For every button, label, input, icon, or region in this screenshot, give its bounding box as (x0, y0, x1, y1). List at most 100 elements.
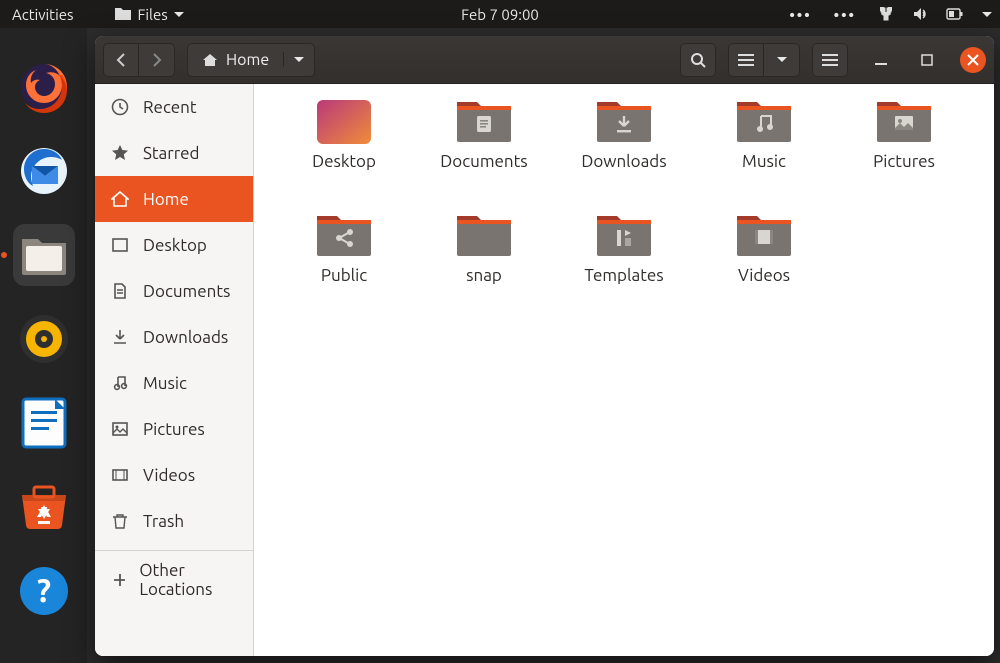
activities-button[interactable]: Activities (12, 6, 74, 23)
places-sidebar: Recent Starred Home Desktop Documents (95, 84, 254, 656)
folder-icon (735, 98, 793, 146)
sidebar-separator (95, 550, 253, 551)
gnome-top-panel: Activities Files Feb 7 09:00 ••• ••• (0, 0, 1000, 28)
home-icon (202, 52, 218, 68)
sidebar-item-label: Trash (143, 512, 184, 531)
file-item[interactable]: Documents (424, 94, 544, 204)
sidebar-item-starred[interactable]: Starred (95, 130, 253, 176)
hamburger-menu-button[interactable] (812, 43, 848, 77)
documents-icon (111, 282, 129, 300)
launcher-dock: ? (0, 28, 87, 663)
file-item[interactable]: snap (424, 208, 544, 318)
file-label: Downloads (581, 152, 666, 171)
folder-icon (595, 98, 653, 146)
search-button[interactable] (680, 43, 716, 77)
file-label: Public (321, 266, 367, 285)
thunderbird-icon (18, 145, 70, 197)
firefox-icon (18, 61, 70, 113)
star-icon (111, 144, 129, 162)
trash-icon (111, 512, 129, 530)
window-close-button[interactable] (960, 47, 986, 73)
sidebar-item-documents[interactable]: Documents (95, 268, 253, 314)
folder-icon (114, 6, 132, 22)
sidebar-item-trash[interactable]: Trash (95, 498, 253, 544)
ubuntu-software-icon (18, 483, 70, 531)
file-item[interactable]: Templates (564, 208, 684, 318)
close-icon (967, 54, 979, 66)
sidebar-item-label: Music (143, 374, 187, 393)
file-label: snap (466, 266, 502, 285)
help-icon: ? (18, 565, 70, 617)
dock-item-rhythmbox[interactable] (13, 308, 75, 370)
sidebar-item-label: Starred (143, 144, 200, 163)
chevron-left-icon (115, 53, 127, 67)
rhythmbox-icon (18, 313, 70, 365)
sidebar-item-desktop[interactable]: Desktop (95, 222, 253, 268)
headerbar: Home (95, 36, 994, 84)
file-item[interactable]: Desktop (284, 94, 404, 204)
network-icon[interactable] (878, 6, 894, 22)
dock-item-firefox[interactable] (13, 56, 75, 118)
sidebar-item-downloads[interactable]: Downloads (95, 314, 253, 360)
chevron-down-icon (294, 57, 304, 67)
sidebar-item-label: Other Locations (139, 561, 237, 599)
downloads-icon (111, 328, 129, 346)
nav-back-button[interactable] (103, 43, 139, 77)
app-menu-label: Files (138, 6, 168, 23)
sidebar-item-label: Videos (143, 466, 195, 485)
window-minimize-button[interactable] (868, 47, 894, 73)
sidebar-item-recent[interactable]: Recent (95, 84, 253, 130)
sidebar-item-label: Recent (143, 98, 197, 117)
file-label: Documents (440, 152, 527, 171)
dock-item-libreoffice-writer[interactable] (13, 392, 75, 454)
pathbar[interactable]: Home (187, 43, 315, 77)
sidebar-item-videos[interactable]: Videos (95, 452, 253, 498)
file-label: Videos (738, 266, 790, 285)
status-indicator-2-icon[interactable]: ••• (834, 6, 856, 23)
files-window: Home (95, 36, 994, 656)
pathbar-dropdown[interactable] (283, 52, 314, 67)
dock-item-files[interactable] (13, 224, 75, 286)
desktop-icon (111, 236, 129, 254)
icon-view[interactable]: Desktop Documents Downloads Music Pictur… (254, 84, 994, 656)
app-menu-files[interactable]: Files (114, 6, 184, 23)
music-icon (111, 374, 129, 392)
clock-button[interactable]: Feb 7 09:00 (461, 6, 539, 23)
file-item[interactable]: Music (704, 94, 824, 204)
desktop-folder-icon (315, 98, 373, 146)
file-item[interactable]: Downloads (564, 94, 684, 204)
sidebar-item-music[interactable]: Music (95, 360, 253, 406)
sidebar-item-label: Desktop (143, 236, 207, 255)
window-maximize-button[interactable] (914, 47, 940, 73)
chevron-down-icon (777, 57, 787, 67)
dock-item-ubuntu-software[interactable] (13, 476, 75, 538)
system-status-area[interactable] (878, 6, 992, 22)
folder-icon (315, 212, 373, 260)
battery-icon[interactable] (946, 7, 964, 21)
sidebar-item-label: Downloads (143, 328, 228, 347)
sidebar-item-home[interactable]: Home (95, 176, 253, 222)
clock-icon (111, 98, 129, 116)
sidebar-item-pictures[interactable]: Pictures (95, 406, 253, 452)
volume-icon[interactable] (912, 6, 928, 22)
file-label: Music (742, 152, 786, 171)
view-options-button[interactable] (764, 43, 800, 77)
sidebar-item-label: Home (143, 190, 189, 209)
files-app-icon (20, 233, 68, 277)
status-indicator-1-icon[interactable]: ••• (789, 6, 811, 23)
file-label: Templates (584, 266, 663, 285)
path-label: Home (226, 51, 269, 69)
nav-forward-button[interactable] (139, 43, 175, 77)
file-item[interactable]: Videos (704, 208, 824, 318)
file-item[interactable]: Pictures (844, 94, 964, 204)
sidebar-item-other-locations[interactable]: Other Locations (95, 557, 253, 603)
file-label: Pictures (873, 152, 935, 171)
view-list-button[interactable] (728, 43, 764, 77)
chevron-down-icon (174, 12, 184, 22)
file-item[interactable]: Public (284, 208, 404, 318)
list-view-icon (738, 53, 754, 67)
hamburger-icon (822, 53, 838, 67)
file-label: Desktop (312, 152, 376, 171)
dock-item-thunderbird[interactable] (13, 140, 75, 202)
dock-item-help[interactable]: ? (13, 560, 75, 622)
